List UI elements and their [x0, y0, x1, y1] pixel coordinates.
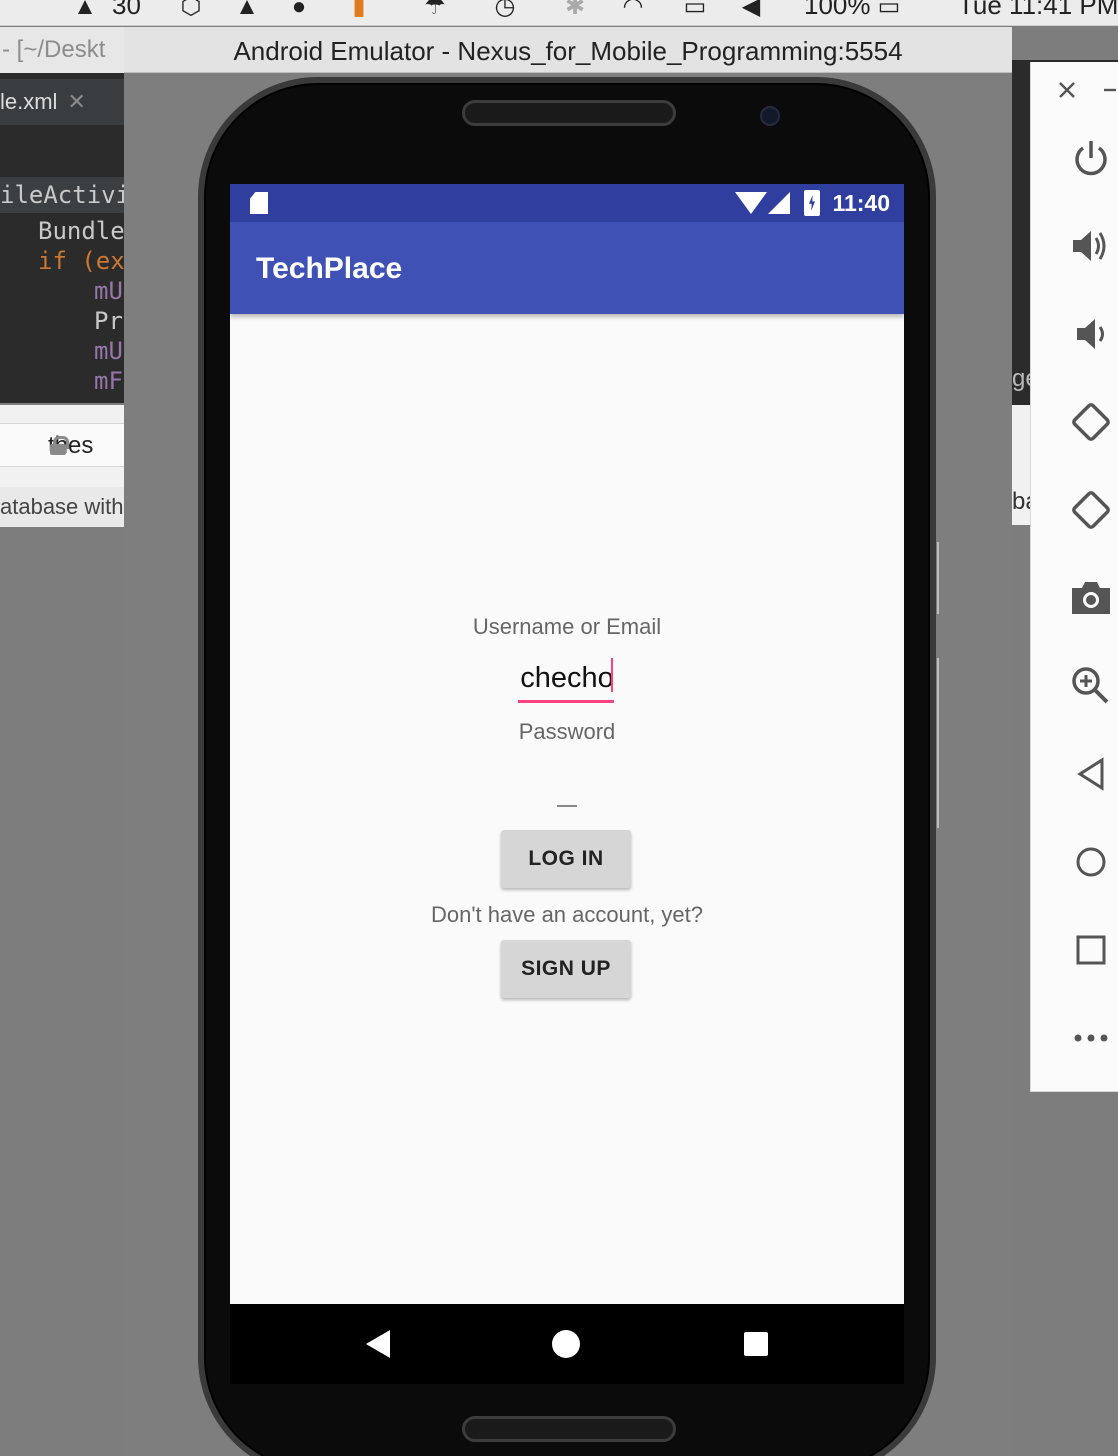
menubar-clock[interactable]: Tue 11:41 PM — [958, 0, 1118, 21]
emulator-toolbar — [1030, 62, 1118, 1092]
volume-keys — [937, 658, 939, 828]
camera-icon[interactable] — [1061, 570, 1118, 626]
cell-signal-icon — [768, 192, 790, 214]
bars-icon[interactable]: ▮ — [344, 0, 374, 20]
airplay-icon[interactable]: ▭ — [680, 0, 710, 20]
overview-icon[interactable] — [1061, 922, 1118, 978]
top-speaker — [462, 100, 676, 126]
lock-icon — [50, 436, 69, 455]
code-line: if (ex — [38, 247, 124, 275]
menu-bar: ▲ 30 ⬡ ▲ ● ▮ ☂ ◷ ✱ ◠ ▭ ◀ 100% ▭ Tue 11:4… — [0, 0, 1118, 26]
box-icon[interactable]: ⬡ — [176, 0, 206, 20]
close-icon[interactable]: ✕ — [67, 89, 85, 114]
app-title: TechPlace — [256, 252, 403, 285]
volume-icon[interactable]: ◀ — [736, 0, 766, 20]
signup-button[interactable]: SIGN UP — [501, 940, 631, 998]
volume-down-icon[interactable] — [1061, 306, 1118, 362]
power-icon[interactable] — [1061, 130, 1118, 186]
code-line: mU — [94, 277, 123, 305]
power-key — [937, 542, 939, 614]
username-underline — [518, 700, 614, 703]
recents-icon[interactable] — [744, 1332, 768, 1356]
ide-window-path: - [~/Deskt — [0, 27, 124, 73]
volume-up-icon[interactable] — [1061, 218, 1118, 274]
text-cursor — [611, 658, 613, 692]
app-bar: TechPlace — [230, 222, 904, 314]
home-icon[interactable] — [552, 1330, 580, 1358]
battery-charging-icon — [804, 190, 820, 216]
battery-percent: 100% — [804, 0, 871, 20]
sd-card-icon — [250, 192, 268, 214]
home-icon[interactable] — [1061, 834, 1118, 890]
code-line: Pr — [94, 307, 123, 335]
umbrella-icon[interactable]: ☂ — [420, 0, 450, 20]
close-icon[interactable] — [1037, 64, 1097, 116]
login-button[interactable]: LOG IN — [501, 830, 631, 888]
emulator-title: Android Emulator - Nexus_for_Mobile_Prog… — [124, 27, 1012, 73]
time-machine-icon[interactable]: ◷ — [490, 0, 520, 20]
front-camera — [760, 106, 780, 126]
ide-breadcrumb: ileActivit — [0, 177, 124, 213]
password-input[interactable] — [530, 764, 604, 804]
username-label: Username or Email — [472, 614, 662, 639]
background-window-left: - [~/Deskt le.xml ✕ ileActivit Bundle if … — [0, 27, 124, 1456]
wifi-signal-icon — [735, 192, 767, 214]
system-nav-bar — [230, 1304, 904, 1384]
zoom-icon[interactable] — [1061, 658, 1118, 714]
code-line: Bundle — [38, 217, 124, 245]
browser-tab-title: atabase with — [0, 487, 124, 527]
ide-tab-name: le.xml — [0, 89, 58, 114]
battery-icon[interactable]: ▭ — [874, 0, 904, 20]
bluetooth-icon[interactable]: ✱ — [560, 0, 590, 20]
status-bar: 11:40 — [230, 184, 904, 222]
wifi-icon[interactable]: ◠ — [618, 0, 648, 20]
adobe-icon[interactable]: ▲ — [70, 0, 100, 20]
rotate-right-icon[interactable] — [1061, 482, 1118, 538]
bottom-speaker — [462, 1416, 676, 1442]
minimize-icon[interactable] — [1095, 64, 1118, 116]
menubar-counter: 30 — [112, 0, 141, 20]
password-underline — [557, 805, 577, 807]
signup-prompt: Don't have an account, yet? — [430, 902, 704, 927]
ide-tab[interactable]: le.xml ✕ — [0, 79, 124, 125]
username-input[interactable] — [516, 656, 618, 700]
device-screen: 11:40 TechPlace Username or Email Passwo… — [230, 184, 904, 1384]
code-line: mF — [94, 367, 123, 395]
code-line: mU — [94, 337, 123, 365]
alert-icon[interactable]: ▲ — [232, 0, 262, 20]
status-time: 11:40 — [832, 190, 890, 216]
glasses-icon[interactable]: ● — [284, 0, 314, 20]
more-icon[interactable] — [1061, 1010, 1118, 1066]
browser-window: thes atabase with — [0, 405, 124, 527]
password-label: Password — [518, 719, 616, 744]
back-icon[interactable] — [366, 1330, 390, 1358]
rotate-left-icon[interactable] — [1061, 394, 1118, 450]
back-icon[interactable] — [1061, 746, 1118, 802]
browser-url-bar[interactable]: thes — [0, 423, 124, 467]
